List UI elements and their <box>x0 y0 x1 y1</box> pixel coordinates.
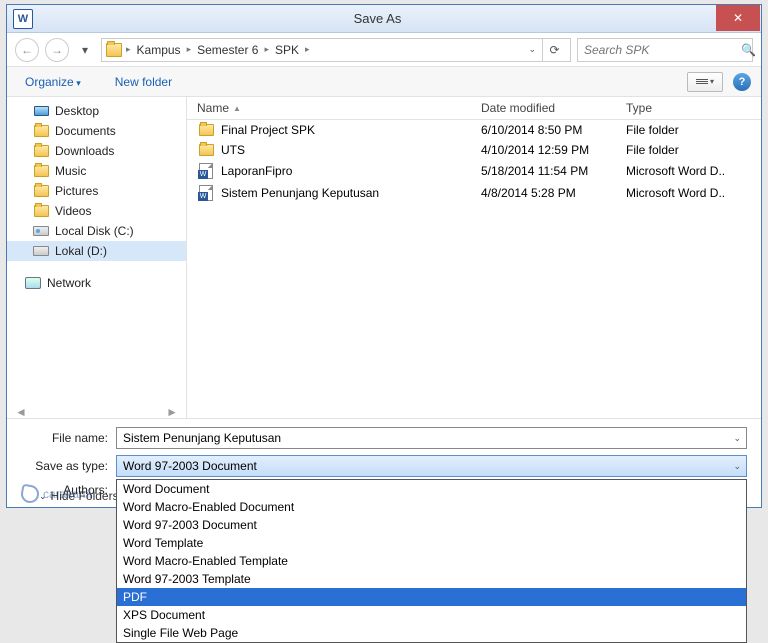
filetype-option[interactable]: XPS Document <box>117 606 746 624</box>
tree-item-label: Network <box>47 276 91 290</box>
tree-item-downloads[interactable]: Downloads <box>7 141 186 161</box>
folder-icon <box>197 144 215 156</box>
tree-item-local-disk-c-[interactable]: Local Disk (C:) <box>7 221 186 241</box>
file-date: 5/18/2014 11:54 PM <box>481 164 626 178</box>
toolbar: Organize New folder ▾ ? <box>7 67 761 97</box>
search-icon[interactable]: 🔍 <box>741 43 756 57</box>
col-date[interactable]: Date modified <box>481 101 626 115</box>
word-doc-icon <box>197 163 215 179</box>
filetype-option[interactable]: Word Macro-Enabled Document <box>117 498 746 516</box>
saveas-dialog: W Save As ✕ ← → ▾ ▸ Kampus ▸ Semester 6 … <box>6 4 762 508</box>
filetype-option[interactable]: Single File Web Page <box>117 624 746 642</box>
savetype-field[interactable]: Word 97-2003 Document⌄ <box>116 455 747 477</box>
titlebar: W Save As ✕ <box>7 5 761 33</box>
file-type: File folder <box>626 123 751 137</box>
file-type: File folder <box>626 143 751 157</box>
search-box[interactable]: 🔍 <box>577 38 753 62</box>
folder-icon <box>33 183 49 199</box>
tree-item-network[interactable]: Network <box>7 273 186 293</box>
hide-folders-button[interactable]: ⌄Hide Folders <box>39 489 119 503</box>
filename-field[interactable]: Sistem Penunjang Keputusan⌄ <box>116 427 747 449</box>
tree-item-lokal-d-[interactable]: Lokal (D:) <box>7 241 186 261</box>
filetype-option[interactable]: Word 97-2003 Template <box>117 570 746 588</box>
savetype-dropdown[interactable]: Word DocumentWord Macro-Enabled Document… <box>116 479 747 643</box>
nav-tree: Desktop Documents Downloads Music Pictures Vi… <box>7 97 187 418</box>
network-icon <box>25 275 41 291</box>
tree-item-label: Downloads <box>55 144 114 158</box>
folder-icon <box>33 163 49 179</box>
address-bar[interactable]: ▸ Kampus ▸ Semester 6 ▸ SPK ▸ ⌄ ⟳ <box>101 38 571 62</box>
filetype-option[interactable]: PDF <box>117 588 746 606</box>
tree-item-label: Desktop <box>55 104 99 118</box>
close-button[interactable]: ✕ <box>716 5 760 31</box>
chevron-right-icon: ▸ <box>124 44 133 55</box>
breadcrumb[interactable]: SPK <box>273 43 301 57</box>
dialog-title: Save As <box>39 11 716 26</box>
file-name: Sistem Penunjang Keputusan <box>221 186 481 200</box>
col-type[interactable]: Type <box>626 101 751 115</box>
desktop-icon <box>33 103 49 119</box>
sort-indicator-icon: ▲ <box>233 104 241 113</box>
tree-item-videos[interactable]: Videos <box>7 201 186 221</box>
column-headers: Name ▲ Date modified Type <box>187 97 761 120</box>
tree-item-label: Music <box>55 164 86 178</box>
chevron-right-icon: ▸ <box>303 44 312 55</box>
chevron-right-icon: ▸ <box>262 44 271 55</box>
tree-item-label: Lokal (D:) <box>55 244 107 258</box>
folder-icon <box>33 123 49 139</box>
file-row[interactable]: UTS4/10/2014 12:59 PMFile folder <box>187 140 761 160</box>
chevron-right-icon: ▸ <box>185 44 194 55</box>
new-folder-button[interactable]: New folder <box>107 72 180 92</box>
up-button[interactable]: ▾ <box>75 40 95 60</box>
tree-item-label: Documents <box>55 124 116 138</box>
drive-icon <box>33 223 49 239</box>
folder-icon <box>197 124 215 136</box>
drive-icon <box>33 243 49 259</box>
file-date: 4/10/2014 12:59 PM <box>481 143 626 157</box>
file-row[interactable]: Final Project SPK6/10/2014 8:50 PMFile f… <box>187 120 761 140</box>
filetype-option[interactable]: Word Document <box>117 480 746 498</box>
file-name: LaporanFipro <box>221 164 481 178</box>
filetype-option[interactable]: Word Template <box>117 534 746 552</box>
file-row[interactable]: Sistem Penunjang Keputusan4/8/2014 5:28 … <box>187 182 761 204</box>
back-button[interactable]: ← <box>15 38 39 62</box>
file-date: 6/10/2014 8:50 PM <box>481 123 626 137</box>
file-type: Microsoft Word D.. <box>626 186 751 200</box>
help-button[interactable]: ? <box>733 73 751 91</box>
folder-icon <box>106 43 122 57</box>
file-list: Name ▲ Date modified Type Final Project … <box>187 97 761 418</box>
tree-item-label: Videos <box>55 204 91 218</box>
filename-label: File name: <box>21 431 116 445</box>
tree-item-label: Local Disk (C:) <box>55 224 134 238</box>
breadcrumb[interactable]: Semester 6 <box>195 43 260 57</box>
breadcrumb[interactable]: Kampus <box>135 43 183 57</box>
col-name[interactable]: Name ▲ <box>197 101 481 115</box>
tree-item-label: Pictures <box>55 184 98 198</box>
file-name: Final Project SPK <box>221 123 481 137</box>
search-input[interactable] <box>584 43 741 57</box>
list-icon <box>696 79 708 84</box>
organize-menu[interactable]: Organize <box>17 72 89 92</box>
file-row[interactable]: LaporanFipro5/18/2014 11:54 PMMicrosoft … <box>187 160 761 182</box>
file-name: UTS <box>221 143 481 157</box>
filetype-option[interactable]: Word Macro-Enabled Template <box>117 552 746 570</box>
folder-icon <box>33 203 49 219</box>
savetype-label: Save as type: <box>21 459 116 473</box>
tree-item-music[interactable]: Music <box>7 161 186 181</box>
file-date: 4/8/2014 5:28 PM <box>481 186 626 200</box>
tree-item-pictures[interactable]: Pictures <box>7 181 186 201</box>
form-area: File name: Sistem Penunjang Keputusan⌄ S… <box>7 418 761 507</box>
word-doc-icon <box>197 185 215 201</box>
filetype-option[interactable]: Word 97-2003 Document <box>117 516 746 534</box>
refresh-button[interactable]: ⟳ <box>542 38 566 62</box>
tree-item-desktop[interactable]: Desktop <box>7 101 186 121</box>
chevron-down-icon[interactable]: ⌄ <box>524 44 540 55</box>
file-type: Microsoft Word D.. <box>626 164 751 178</box>
folder-icon <box>33 143 49 159</box>
forward-button[interactable]: → <box>45 38 69 62</box>
nav-bar: ← → ▾ ▸ Kampus ▸ Semester 6 ▸ SPK ▸ ⌄ ⟳ … <box>7 33 761 67</box>
word-app-icon: W <box>13 9 33 29</box>
view-options-button[interactable]: ▾ <box>687 72 723 92</box>
tree-item-documents[interactable]: Documents <box>7 121 186 141</box>
